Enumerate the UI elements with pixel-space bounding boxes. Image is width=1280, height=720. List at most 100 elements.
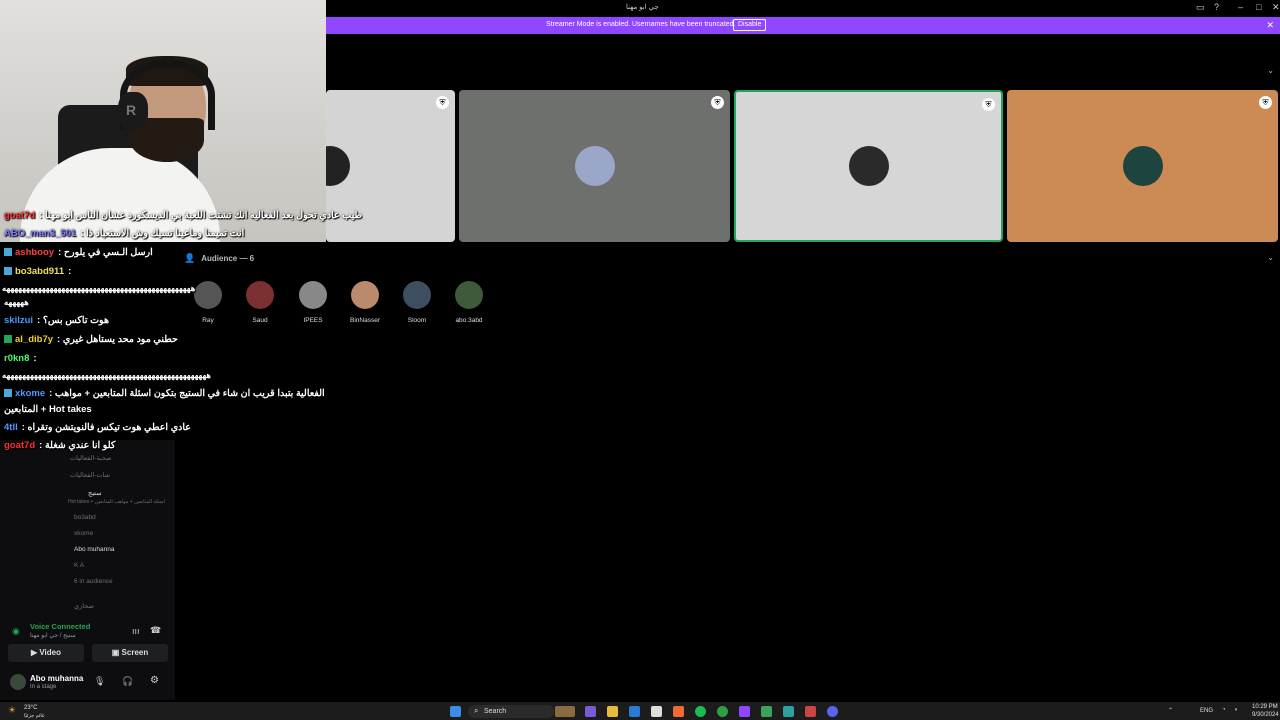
app-icon[interactable] <box>805 706 816 717</box>
volume-icon[interactable]: ◖ <box>1234 707 1238 713</box>
stage-channel[interactable]: ستيج <box>88 489 102 497</box>
clock-date[interactable]: 9/30/2024 <box>1252 712 1279 718</box>
chat-username: bo3abd911 <box>15 266 65 277</box>
stage-speaker-tile[interactable]: ⛨ <box>459 90 730 242</box>
window-titlebar: جي ابو مهنا ▭ ? – □ ✕ <box>326 0 1280 17</box>
speaker-avatar <box>848 146 889 186</box>
app-icon[interactable] <box>783 706 794 717</box>
chat-message-continued: هههههههههههههههههههههههههههههههههههههههه… <box>2 283 196 293</box>
chat-message: goat7d: كلو انا عندي شغلة <box>4 440 116 451</box>
chat-username: skilzui <box>4 315 34 326</box>
weather-icon[interactable]: ☀ <box>8 705 16 716</box>
mail-icon[interactable] <box>629 706 640 717</box>
clock-time[interactable]: 10:29 PM <box>1252 704 1278 710</box>
store-icon[interactable] <box>651 706 662 717</box>
member-name: abo.3abd <box>455 317 483 324</box>
voice-channel-name[interactable]: ستيج / جي ابو مهنا <box>30 632 76 639</box>
voice-connected-status: Voice Connected <box>30 622 91 631</box>
chat-message: skilzui: هوت تاكس بس؟ <box>4 315 109 326</box>
member-name: Sloom <box>407 317 427 324</box>
chat-message-continued: المتابعين + Hot takes <box>4 404 92 415</box>
stage-user[interactable]: Abo muhanna <box>74 546 114 553</box>
audience-member[interactable]: IPEES <box>293 281 333 324</box>
member-name: IPEES <box>303 317 323 324</box>
noise-suppression-icon[interactable]: ııı <box>132 626 140 636</box>
xbox-icon[interactable] <box>717 706 728 717</box>
user-avatar[interactable] <box>10 674 26 690</box>
file-explorer-icon[interactable] <box>607 706 618 717</box>
tray-chevron-icon[interactable]: ⌃ <box>1168 707 1173 714</box>
chat-text: طيب عادي تحول بعد الفعاليه انك تشتت اللع… <box>44 210 363 221</box>
disable-streamer-mode-button[interactable]: Disable <box>733 19 767 31</box>
start-menu-icon[interactable] <box>450 706 461 717</box>
moderator-shield-icon: ⛨ <box>1259 96 1272 109</box>
settings-gear-icon[interactable]: ⚙ <box>150 675 159 686</box>
weather-temp[interactable]: 23°C <box>24 705 37 711</box>
chat-message: al_dib7y: حطني مود محد يستاهل غيري <box>4 334 178 345</box>
chat-username: r0kn8 <box>4 353 30 364</box>
screen-share-button[interactable]: ▣ Screen <box>92 644 168 662</box>
stage-user[interactable]: K A <box>74 562 84 569</box>
help-icon[interactable]: ? <box>1214 2 1219 12</box>
stage-speaker-tile[interactable]: ⛨ <box>1007 90 1278 242</box>
chat-message-continued: هههههه <box>4 297 29 307</box>
channel-category[interactable]: صحاري <box>74 602 94 610</box>
audience-member[interactable]: Saud <box>240 281 280 324</box>
streamer-webcam: R <box>0 0 326 242</box>
twitch-icon[interactable] <box>739 706 750 717</box>
chat-username: goat7d <box>4 440 36 451</box>
chat-message: 4tll: عادي اعطي هوت تيكس فالنويتشن وتقرا… <box>4 422 191 433</box>
brave-browser-icon[interactable] <box>673 706 684 717</box>
audience-member[interactable]: abo.3abd <box>449 281 489 324</box>
channel-item[interactable]: شات-الفعاليات <box>70 471 110 479</box>
speaker-avatar <box>326 146 350 186</box>
member-name: Saud <box>252 317 268 324</box>
member-avatar <box>194 281 222 309</box>
chat-text: كلو انا عندي شغلة <box>44 440 116 451</box>
screen-label: Screen <box>121 648 149 657</box>
chat-message: bo3abd911: <box>4 266 71 277</box>
user-name: Abo muhanna <box>30 674 84 683</box>
streamer-mode-banner: Streamer Mode is enabled. Usernames have… <box>326 17 1280 34</box>
chat-text: حطني مود محد يستاهل غيري <box>62 334 178 345</box>
member-avatar <box>351 281 379 309</box>
spotify-icon[interactable] <box>695 706 706 717</box>
collapse-chevron-icon[interactable]: ⌄ <box>1267 66 1274 75</box>
inbox-icon[interactable]: ▭ <box>1196 2 1205 13</box>
close-window-icon[interactable]: ✕ <box>1272 2 1280 13</box>
stage-speaker-tile-speaking[interactable]: ⛨ <box>734 90 1003 242</box>
channel-item[interactable]: صحبة-الفعاليات <box>70 454 112 462</box>
speaker-avatar <box>574 146 615 186</box>
stage-user[interactable]: bo3abd <box>74 514 96 521</box>
audience-icon: 👤 <box>184 253 196 263</box>
audience-member[interactable]: Sloom <box>397 281 437 324</box>
audience-chevron-icon[interactable]: ⌄ <box>1267 253 1274 262</box>
moderator-shield-icon: ⛨ <box>711 96 724 109</box>
discord-icon[interactable] <box>827 706 838 717</box>
microphone-icon[interactable]: 🎙 <box>94 676 105 687</box>
moderator-shield-icon: ⛨ <box>436 96 449 109</box>
taskbar-search[interactable]: Search <box>468 705 554 718</box>
minimize-icon[interactable]: – <box>1238 2 1243 12</box>
audience-header: 👤 Audience — 6 <box>184 253 254 264</box>
audience-count[interactable]: 6 in audience <box>74 578 113 585</box>
audience-member[interactable]: BinNasser <box>345 281 385 324</box>
wifi-icon[interactable]: ◔ <box>1222 707 1226 713</box>
signal-icon: ◉ <box>12 626 20 636</box>
moderator-shield-icon: ⛨ <box>982 98 995 111</box>
chat-username: ashbooy <box>15 247 55 258</box>
chat-text: الفعالية بتبدا قريب ان شاء في الستيج بتك… <box>54 388 325 399</box>
disconnect-icon[interactable]: ☎ <box>150 625 161 636</box>
close-banner-icon[interactable]: ✕ <box>1266 20 1274 31</box>
speaker-avatar <box>1122 146 1163 186</box>
copilot-icon[interactable] <box>585 706 596 717</box>
headphones-icon[interactable]: 🎧 <box>122 676 133 687</box>
language-indicator[interactable]: ENG <box>1200 708 1213 714</box>
app-icon[interactable] <box>761 706 772 717</box>
member-avatar <box>246 281 274 309</box>
chat-message: r0kn8: <box>4 353 37 364</box>
stage-user[interactable]: xkome <box>74 530 93 537</box>
maximize-icon[interactable]: □ <box>1256 2 1261 12</box>
video-button[interactable]: ▶ Video <box>8 644 84 662</box>
chat-text: عادي اعطي هوت تيكس فالنويتشن وتقراه <box>27 422 191 433</box>
